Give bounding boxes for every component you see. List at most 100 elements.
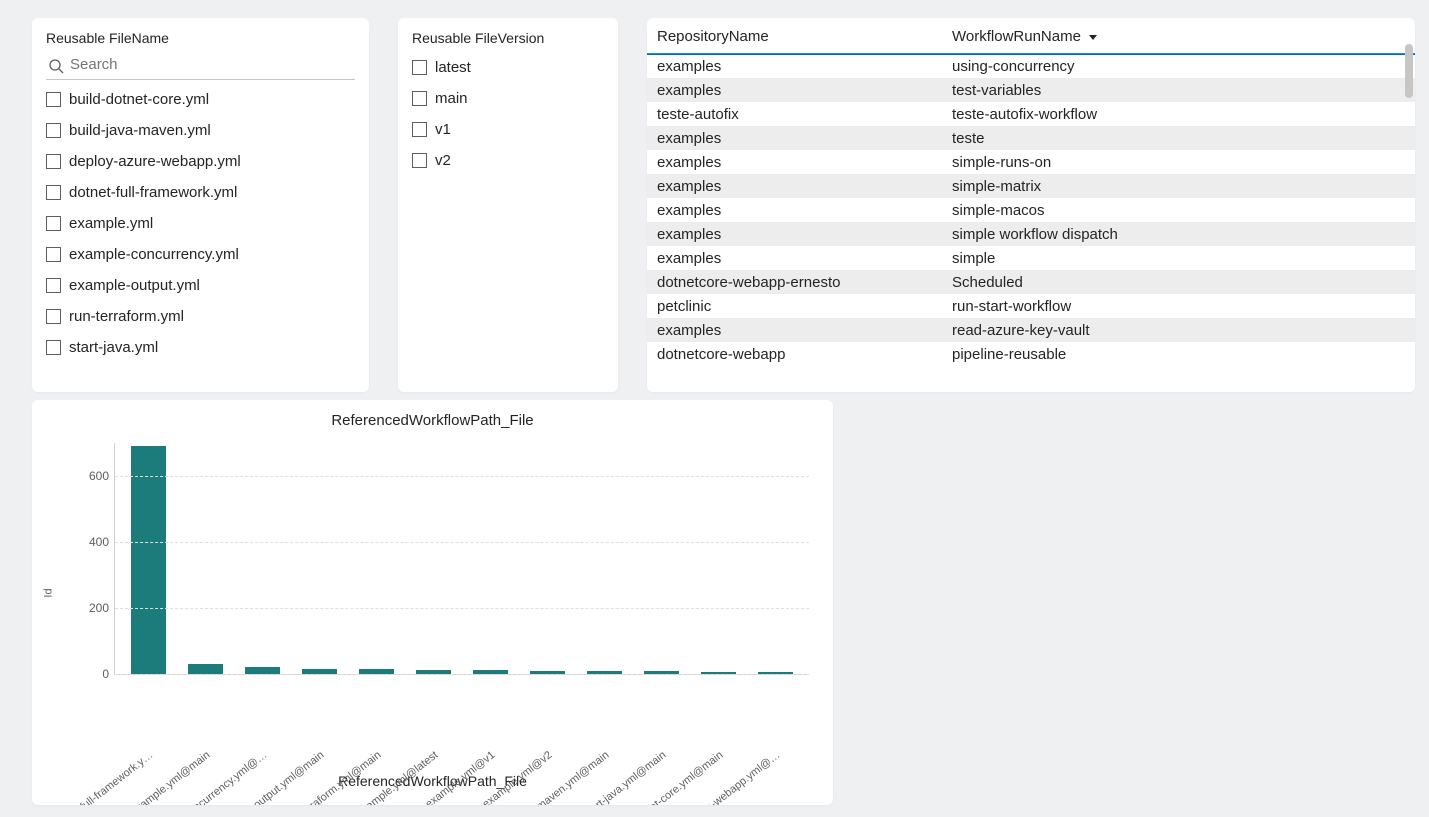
table-cell: read-azure-key-vault: [942, 318, 1415, 342]
table-row[interactable]: examplessimple workflow dispatch: [647, 222, 1415, 246]
filter-filename-label: build-dotnet-core.yml: [69, 91, 209, 108]
table-row[interactable]: examplessimple-macos: [647, 198, 1415, 222]
filter-fileversion-item[interactable]: v1: [412, 114, 604, 145]
filter-fileversion-label: main: [435, 90, 468, 107]
chart-bar[interactable]: [188, 664, 223, 674]
chart-bar[interactable]: [245, 667, 280, 674]
table-cell: petclinic: [647, 294, 942, 318]
table-cell: using-concurrency: [942, 54, 1415, 78]
table-row[interactable]: teste-autofixteste-autofix-workflow: [647, 102, 1415, 126]
filter-filename-item[interactable]: example.yml: [46, 208, 355, 239]
filter-fileversion-title: Reusable FileVersion: [412, 30, 604, 46]
table-cell: test-variables: [942, 78, 1415, 102]
checkbox[interactable]: [46, 123, 61, 138]
checkbox[interactable]: [46, 278, 61, 293]
filter-filename-item[interactable]: deploy-azure-webapp.yml: [46, 146, 355, 177]
filter-filename-item[interactable]: dotnet-full-framework.yml: [46, 177, 355, 208]
sort-desc-icon: [1089, 35, 1097, 40]
filter-filename-item[interactable]: example-concurrency.yml: [46, 239, 355, 270]
table-row[interactable]: examplestest-variables: [647, 78, 1415, 102]
filter-filename-item[interactable]: build-dotnet-core.yml: [46, 84, 355, 115]
filter-filename-card: Reusable FileName build-dotnet-core.ymlb…: [32, 18, 369, 392]
filter-filename-title: Reusable FileName: [46, 30, 355, 46]
table-header-workflowrunname[interactable]: WorkflowRunName: [942, 18, 1415, 53]
chart-gridline: [115, 542, 809, 543]
filter-fileversion-item[interactable]: v2: [412, 145, 604, 176]
checkbox[interactable]: [412, 153, 427, 168]
filter-fileversion-list: latest main v1 v2: [412, 52, 604, 176]
table-cell: examples: [647, 198, 942, 222]
workflow-runs-table-card: RepositoryName WorkflowRunName examplesu…: [647, 18, 1415, 392]
table-row[interactable]: dotnetcore-webapp-ernestoScheduled: [647, 270, 1415, 294]
table-scrollbar[interactable]: [1405, 44, 1413, 98]
filter-filename-item[interactable]: start-java.yml: [46, 332, 355, 363]
table-cell: examples: [647, 174, 942, 198]
filter-fileversion-item[interactable]: latest: [412, 52, 604, 83]
checkbox[interactable]: [46, 92, 61, 107]
chart-area[interactable]: Id 0200400600 dotnet-full-framework.y…ex…: [46, 435, 819, 765]
checkbox[interactable]: [46, 216, 61, 231]
filter-filename-label: dotnet-full-framework.yml: [69, 184, 237, 201]
filter-fileversion-label: v2: [435, 152, 451, 169]
chart-title: ReferencedWorkflowPath_File: [46, 412, 819, 429]
chart-gridline: [115, 608, 809, 609]
chart-y-tick: 200: [89, 601, 115, 615]
filter-filename-item[interactable]: build-java-maven.yml: [46, 115, 355, 146]
chart-y-tick: 0: [102, 667, 115, 681]
checkbox[interactable]: [46, 154, 61, 169]
filter-fileversion-card: Reusable FileVersion latest main v1 v2: [398, 18, 618, 392]
workflow-runs-table[interactable]: RepositoryName WorkflowRunName examplesu…: [647, 18, 1415, 366]
table-row[interactable]: examplesusing-concurrency: [647, 54, 1415, 78]
table-row[interactable]: examplessimple-matrix: [647, 174, 1415, 198]
chart-gridline: [115, 476, 809, 477]
table-cell: examples: [647, 222, 942, 246]
table-cell: simple-macos: [942, 198, 1415, 222]
chart-bar[interactable]: [131, 446, 166, 674]
table-cell: examples: [647, 246, 942, 270]
table-row[interactable]: examplesteste: [647, 126, 1415, 150]
table-cell: simple: [942, 246, 1415, 270]
filter-filename-list: build-dotnet-core.yml build-java-maven.ym…: [46, 84, 355, 363]
filter-filename-label: example.yml: [69, 215, 153, 232]
checkbox[interactable]: [412, 91, 427, 106]
chart-y-label: Id: [43, 588, 55, 597]
table-cell: teste-autofix: [647, 102, 942, 126]
table-header-repositoryname[interactable]: RepositoryName: [647, 18, 942, 53]
chart-y-tick: 400: [89, 535, 115, 549]
chart-gridline: [115, 674, 809, 675]
checkbox[interactable]: [412, 122, 427, 137]
filter-fileversion-label: v1: [435, 121, 451, 138]
chart-card: ReferencedWorkflowPath_File Id 020040060…: [32, 400, 833, 805]
table-row[interactable]: examplessimple: [647, 246, 1415, 270]
table-cell: simple-runs-on: [942, 150, 1415, 174]
chart-plot: 0200400600: [114, 443, 809, 675]
filter-fileversion-item[interactable]: main: [412, 83, 604, 114]
table-cell: dotnetcore-webapp-ernesto: [647, 270, 942, 294]
filter-filename-label: build-java-maven.yml: [69, 122, 211, 139]
filter-filename-label: run-terraform.yml: [69, 308, 184, 325]
table-cell: examples: [647, 54, 942, 78]
search-icon: [48, 58, 64, 74]
table-cell: simple-matrix: [942, 174, 1415, 198]
search-input[interactable]: [46, 56, 355, 73]
table-row[interactable]: dotnetcore-webapppipeline-reusable: [647, 342, 1415, 366]
checkbox[interactable]: [46, 247, 61, 262]
filter-filename-item[interactable]: run-terraform.yml: [46, 301, 355, 332]
table-cell: examples: [647, 150, 942, 174]
filter-filename-item[interactable]: example-output.yml: [46, 270, 355, 301]
checkbox[interactable]: [412, 60, 427, 75]
checkbox[interactable]: [46, 309, 61, 324]
chart-y-tick: 600: [89, 469, 115, 483]
checkbox[interactable]: [46, 340, 61, 355]
search-wrap: [46, 52, 355, 80]
table-cell: Scheduled: [942, 270, 1415, 294]
table-cell: examples: [647, 126, 942, 150]
filter-filename-label: example-concurrency.yml: [69, 246, 239, 263]
table-cell: teste-autofix-workflow: [942, 102, 1415, 126]
filter-filename-label: deploy-azure-webapp.yml: [69, 153, 241, 170]
table-row[interactable]: examplessimple-runs-on: [647, 150, 1415, 174]
table-row[interactable]: examplesread-azure-key-vault: [647, 318, 1415, 342]
table-row[interactable]: petclinicrun-start-workflow: [647, 294, 1415, 318]
checkbox[interactable]: [46, 185, 61, 200]
table-cell: examples: [647, 78, 942, 102]
